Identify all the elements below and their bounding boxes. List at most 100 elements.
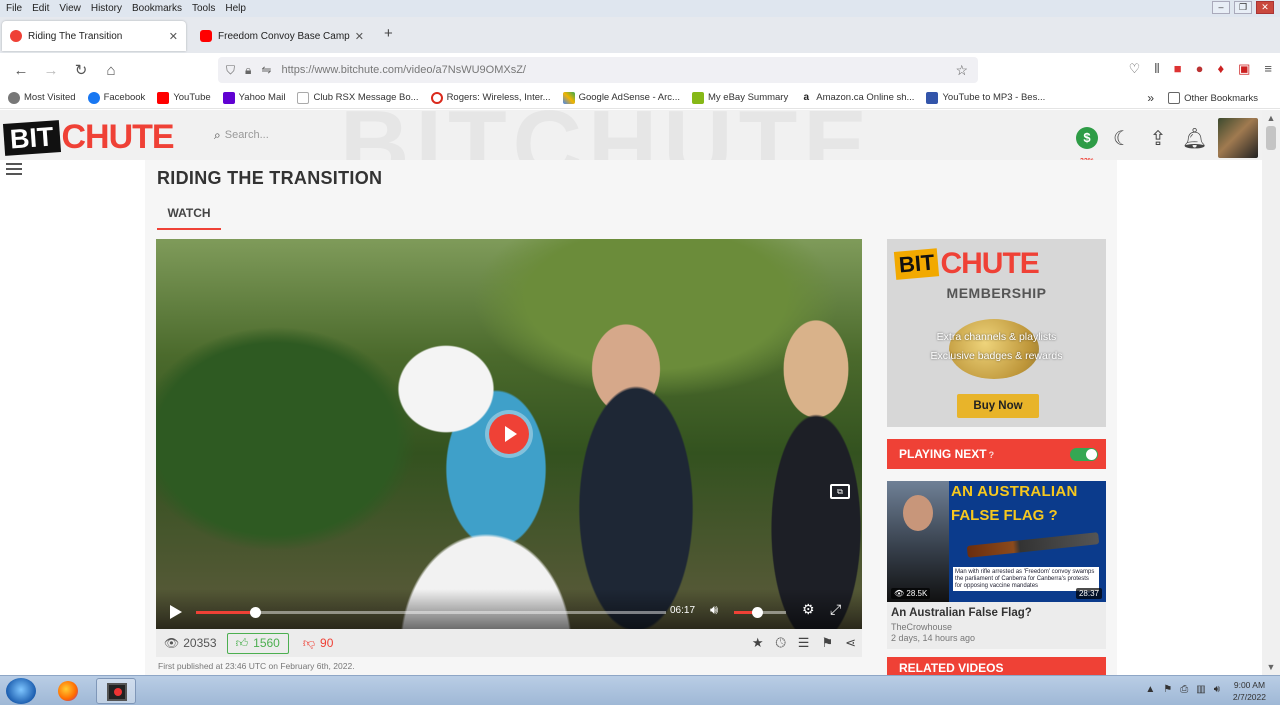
seek-bar[interactable] <box>196 607 666 618</box>
forward-button[interactable]: → <box>36 62 66 79</box>
thumbs-down-icon: 👎︎ <box>302 635 316 650</box>
bookmark-google-adsense[interactable]: Google AdSense - Arc... <box>562 91 680 104</box>
reload-button[interactable]: ↻ <box>66 61 96 79</box>
start-button[interactable] <box>6 678 36 704</box>
fullscreen-icon[interactable]: ⤢ <box>830 601 841 618</box>
extension-icon[interactable]: ● <box>1196 61 1204 77</box>
scroll-thumb[interactable] <box>1266 126 1276 150</box>
page-scrollbar[interactable]: ▲ ▼ <box>1262 110 1280 675</box>
shield-icon[interactable]: ⛉ <box>226 63 235 78</box>
settings-gear-icon[interactable]: ⚙ <box>802 601 815 618</box>
header-actions: $32% ☾ ⇪ 🔔︎ <box>1076 118 1258 160</box>
extension-icon[interactable]: ▣ <box>1238 61 1250 77</box>
minimize-button[interactable]: – <box>1212 1 1230 14</box>
site-header: BITCHUTE BIT CHUTE ⌕ Search... $32% ☾ ⇪ … <box>0 110 1262 160</box>
tab-riding-the-transition[interactable]: Riding The Transition ✕ <box>2 21 186 51</box>
seek-handle[interactable] <box>249 607 261 618</box>
volume-icon[interactable]: 🔊︎ <box>710 602 718 618</box>
printer-icon[interactable]: ⎙ <box>1180 684 1188 695</box>
watch-later-clock-icon[interactable]: 🕓︎ <box>775 635 785 651</box>
next-video-channel[interactable]: TheCrowhouse <box>887 619 1106 632</box>
tab-watch[interactable]: WATCH <box>157 206 221 230</box>
url-text[interactable]: https://www.bitchute.com/video/a7NsWU9OM… <box>281 64 526 76</box>
pocket-icon[interactable]: ♡ <box>1129 61 1141 77</box>
back-button[interactable]: ← <box>6 62 36 79</box>
flag-icon[interactable]: ⚑ <box>821 635 833 651</box>
home-button[interactable]: ⌂ <box>96 62 126 79</box>
tray-arrow-icon[interactable]: ▲ <box>1145 684 1155 695</box>
buy-now-button[interactable]: Buy Now <box>957 394 1039 418</box>
permissions-icon[interactable]: ⇋ <box>261 63 271 77</box>
membership-ad[interactable]: BIT CHUTE MEMBERSHIP Extra channels & pl… <box>887 239 1106 427</box>
like-button[interactable]: 👍︎ 1560 <box>226 632 289 654</box>
scroll-down-icon[interactable]: ▼ <box>1262 659 1280 675</box>
bookmark-rogers[interactable]: Rogers: Wireless, Inter... <box>430 91 551 104</box>
notifications-bell-icon[interactable]: 🔔︎ <box>1182 126 1207 151</box>
membership-logo: BIT CHUTE <box>893 247 1040 281</box>
extension-icon[interactable]: ■ <box>1174 61 1182 77</box>
thumbnail-view-count: 👁︎ 28.5K <box>891 588 931 599</box>
menu-tools[interactable]: Tools <box>192 3 215 14</box>
bookmark-other[interactable]: Other Bookmarks <box>1168 92 1258 104</box>
close-tab-icon[interactable]: ✕ <box>169 30 178 43</box>
bookmark-most-visited[interactable]: Most Visited <box>8 91 76 104</box>
video-thumbnail[interactable]: AN AUSTRALIAN FALSE FLAG ? Man with rifl… <box>887 481 1106 602</box>
play-overlay-button[interactable] <box>489 414 529 454</box>
upload-icon[interactable]: ⇪ <box>1146 126 1170 151</box>
share-icon[interactable]: ⋖ <box>845 635 856 651</box>
new-tab-button[interactable]: + <box>384 25 393 42</box>
dollar-icon[interactable]: $32% <box>1076 127 1098 160</box>
hamburger-menu-icon[interactable] <box>6 163 22 178</box>
maximize-button[interactable]: ❐ <box>1234 1 1252 14</box>
next-video-title[interactable]: An Australian False Flag? <box>887 602 1106 619</box>
menu-edit[interactable]: Edit <box>32 3 49 14</box>
lock-icon[interactable]: 🔒︎ <box>245 63 251 78</box>
scroll-up-icon[interactable]: ▲ <box>1262 110 1280 126</box>
bookmarks-toolbar: Most Visited Facebook YouTube Yahoo Mail… <box>0 87 1280 109</box>
bookmark-facebook[interactable]: Facebook <box>87 91 145 104</box>
extension-icon[interactable]: ♦ <box>1217 61 1224 77</box>
menu-view[interactable]: View <box>59 3 81 14</box>
volume-handle[interactable] <box>752 607 764 618</box>
add-to-playlist-icon[interactable]: ☰ <box>798 635 810 651</box>
bookmark-star-icon[interactable]: ☆ <box>955 62 968 79</box>
avatar[interactable] <box>1218 118 1258 158</box>
bookmark-yahoo-mail[interactable]: Yahoo Mail <box>222 91 285 104</box>
bookmark-youtube[interactable]: YouTube <box>157 91 211 104</box>
taskbar-clock[interactable]: 9:00 AM 2/7/2022 <box>1233 679 1266 703</box>
chevron-right-icon[interactable]: » <box>1147 91 1154 105</box>
dark-mode-moon-icon[interactable]: ☾ <box>1110 126 1134 151</box>
help-icon[interactable]: ? <box>989 450 995 460</box>
library-icon[interactable]: ⫴ <box>1154 61 1159 77</box>
taskbar-recorder[interactable] <box>96 678 136 704</box>
video-stats-bar: 👁︎ 20353 👍︎ 1560 👎︎ 90 ★ 🕓︎ ☰ ⚑ ⋖ <box>156 629 862 657</box>
tab-freedom-convoy[interactable]: Freedom Convoy Base Camp ✕ <box>192 21 372 51</box>
volume-slider[interactable] <box>734 607 786 618</box>
app-menu-icon[interactable]: ≡ <box>1264 61 1272 77</box>
close-window-button[interactable]: ✕ <box>1256 1 1274 14</box>
menu-help[interactable]: Help <box>225 3 246 14</box>
bookmark-youtube-to-mp3[interactable]: YouTube to MP3 - Bes... <box>926 91 1045 104</box>
next-video-card[interactable]: AN AUSTRALIAN FALSE FLAG ? Man with rifl… <box>887 481 1106 649</box>
flag-icon[interactable]: ⚑ <box>1163 684 1172 695</box>
picture-in-picture-icon[interactable]: ⧉ <box>830 484 850 499</box>
network-icon[interactable]: ▥ <box>1196 684 1205 695</box>
volume-icon[interactable]: 🔊︎ <box>1214 684 1220 695</box>
video-player[interactable]: ⧉ 06:17 🔊︎ ⚙ ⤢ <box>156 239 862 629</box>
bookmark-club-rsx[interactable]: Club RSX Message Bo... <box>297 91 419 104</box>
autoplay-toggle[interactable] <box>1070 448 1098 461</box>
menu-history[interactable]: History <box>91 3 122 14</box>
menu-file[interactable]: File <box>6 3 22 14</box>
close-tab-icon[interactable]: ✕ <box>355 30 364 43</box>
menu-bookmarks[interactable]: Bookmarks <box>132 3 182 14</box>
bitchute-logo[interactable]: BIT CHUTE <box>2 118 175 157</box>
play-button[interactable] <box>170 605 182 619</box>
search-input[interactable]: ⌕ Search... <box>214 125 414 145</box>
dislike-button[interactable]: 👎︎ 90 <box>303 636 334 651</box>
address-bar[interactable]: ⛉ 🔒︎ ⇋ https://www.bitchute.com/video/a7… <box>218 57 978 83</box>
bookmark-ebay[interactable]: My eBay Summary <box>691 91 788 104</box>
extension-toolbar: ♡ ⫴ ■ ● ♦ ▣ ≡ <box>1129 61 1272 77</box>
bookmark-amazon[interactable]: a Amazon.ca Online sh... <box>800 91 914 104</box>
favorite-star-icon[interactable]: ★ <box>752 635 764 651</box>
taskbar-firefox[interactable] <box>48 678 88 704</box>
